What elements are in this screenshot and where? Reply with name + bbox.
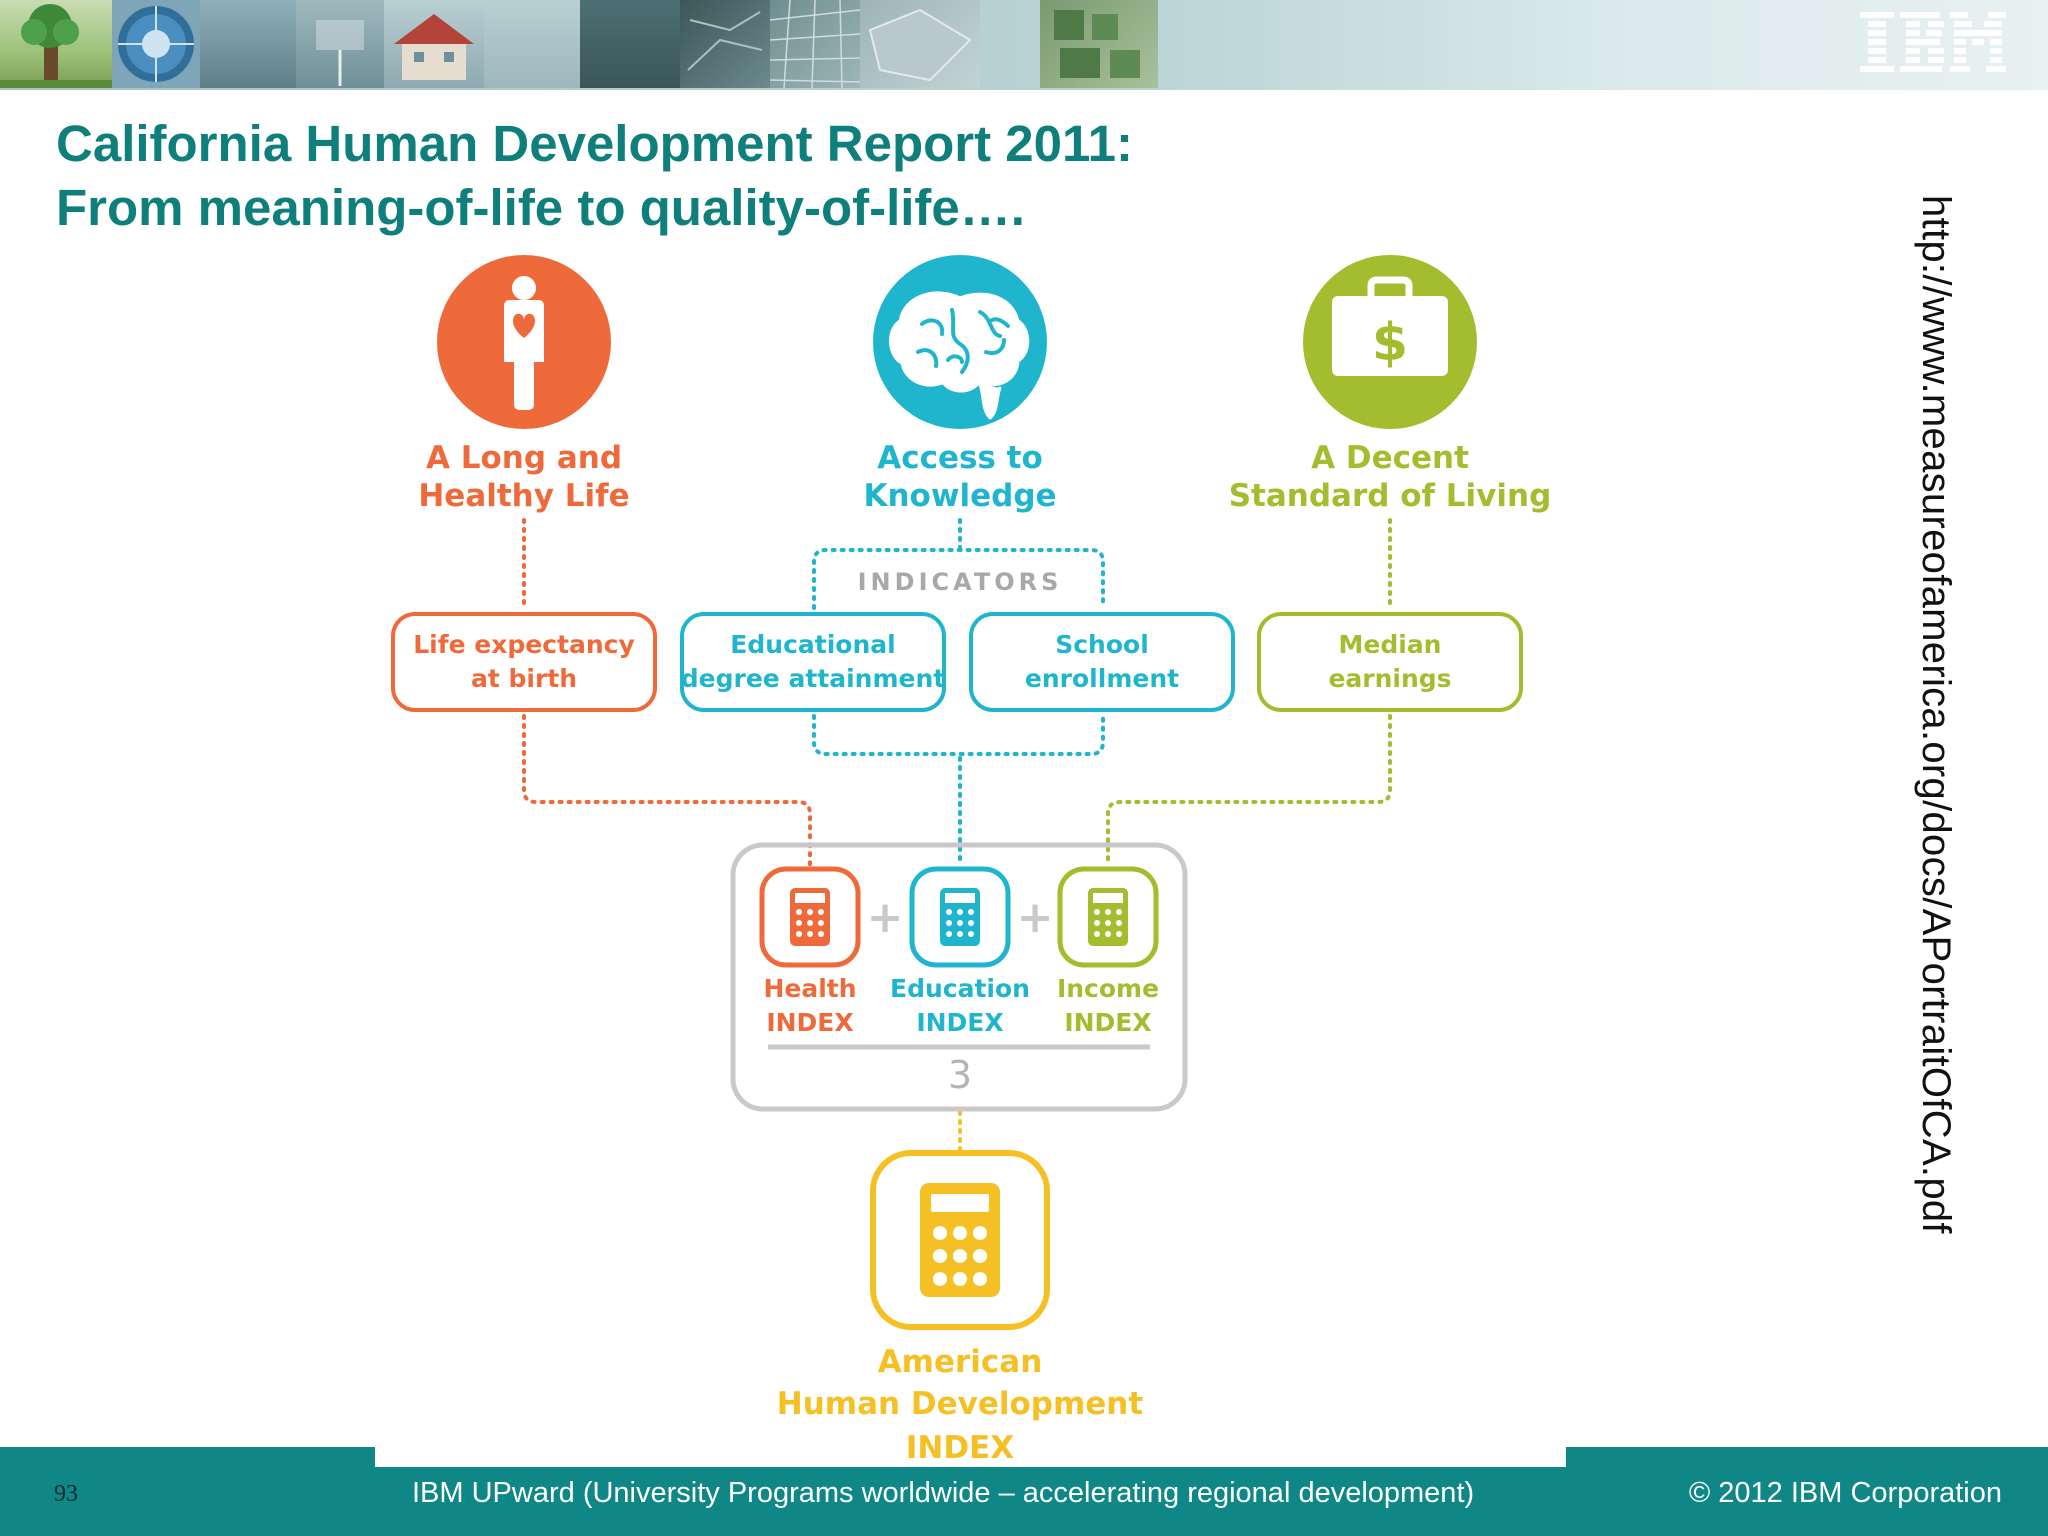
result-american-hdi: American Human Development (777, 1150, 1144, 1422)
indicator-school-enrollment: School enrollment (969, 612, 1235, 712)
dimension-knowledge-line2: Knowledge (863, 478, 1056, 514)
dimension-living-line1: A Decent (1311, 440, 1469, 476)
index-education: Education INDEX (890, 866, 1030, 1037)
dimension-living-line2: Standard of Living (1229, 478, 1552, 514)
indicator-life-line2: at birth (471, 664, 577, 693)
index-health-line1: Health (763, 974, 856, 1003)
plus-sign-1: + (867, 892, 904, 943)
calculator-icon (940, 888, 980, 946)
hdi-diagram: A Long and Healthy Life Access to Knowle… (391, 255, 1552, 1422)
page-number: 93 (54, 1481, 78, 1507)
dimension-knowledge-line1: Access to (877, 440, 1043, 476)
indicator-education-line2: degree attainment (681, 664, 946, 693)
result-line2: Human Development (777, 1386, 1144, 1422)
result-line1: American (878, 1344, 1043, 1380)
indicator-earnings-line1: Median (1339, 630, 1442, 659)
indicator-life-expectancy: Life expectancy at birth (391, 612, 657, 712)
plus-sign-2: + (1017, 892, 1054, 943)
index-income-line1: Income (1057, 974, 1159, 1003)
index-health-line2: INDEX (766, 1008, 853, 1037)
copyright: © 2012 IBM Corporation (1688, 1477, 2002, 1509)
indicator-life-line1: Life expectancy (413, 630, 635, 659)
dimension-knowledge: Access to Knowledge (863, 255, 1057, 514)
calculator-icon (920, 1183, 1000, 1297)
indicator-earnings-line2: earnings (1328, 664, 1451, 693)
footer-text: IBM UPward (University Programs worldwid… (412, 1477, 1475, 1509)
index-income: Income INDEX (1057, 866, 1159, 1037)
indicator-educational-attainment: Educational degree attainment (680, 612, 946, 712)
dimension-health: A Long and Healthy Life (418, 255, 630, 514)
index-education-line1: Education (890, 974, 1030, 1003)
dimension-health-line2: Healthy Life (418, 478, 629, 514)
svg-text:$: $ (1372, 313, 1408, 373)
calculator-icon (1088, 888, 1128, 946)
footer-white-strip (375, 1447, 1566, 1467)
indicator-median-earnings: Median earnings (1257, 612, 1523, 712)
indicator-education-line1: Educational (730, 630, 895, 659)
connector-knowledge-bracket-bottom (812, 714, 1105, 756)
indicator-school-line1: School (1055, 630, 1149, 659)
indicator-school-line2: enrollment (1025, 664, 1179, 693)
dimension-living: $ A Decent Standard of Living (1229, 255, 1552, 514)
index-income-line2: INDEX (1064, 1008, 1151, 1037)
divisor-value: 3 (948, 1053, 972, 1097)
indicators-label: INDICATORS (858, 568, 1063, 596)
calculator-icon (790, 888, 830, 946)
dimension-health-line1: A Long and (426, 440, 622, 476)
index-education-line2: INDEX (916, 1008, 1003, 1037)
index-health: Health INDEX (759, 866, 861, 1037)
